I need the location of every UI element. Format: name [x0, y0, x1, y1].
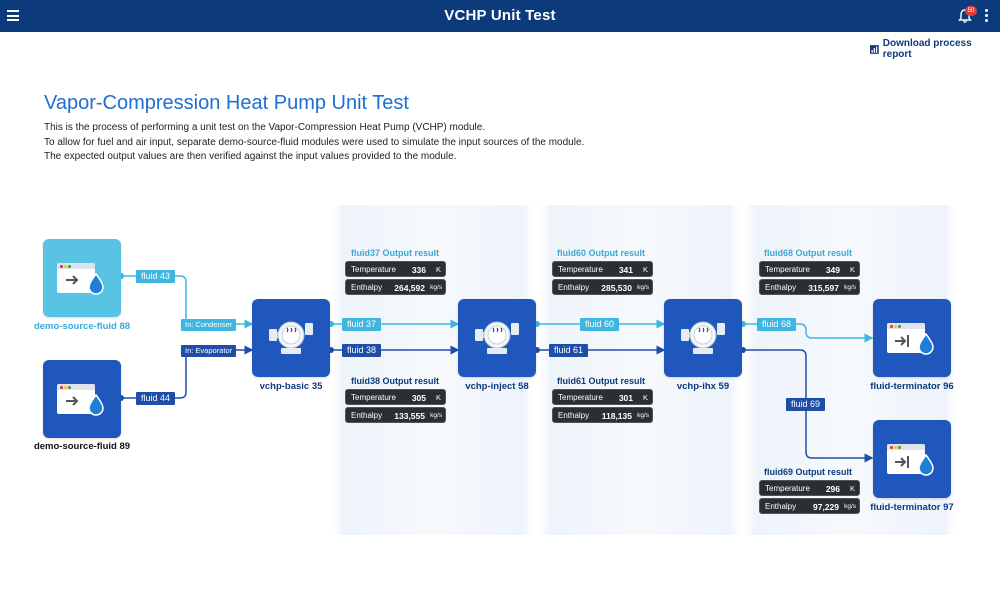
result-temperature-fluid69: Temperature 296 K	[759, 480, 860, 496]
result-enthalpy-fluid38: Enthalpy 133,555 kg/s	[345, 407, 446, 423]
pump-icon	[269, 321, 313, 354]
result-temperature-fluid60: Temperature 341 K	[552, 261, 653, 277]
label-fluid-terminator-97: fluid-terminator 97	[870, 502, 954, 513]
result-temperature-fluid37: Temperature 336 K	[345, 261, 446, 277]
fluid-tag-43[interactable]: fluid 43	[136, 270, 176, 283]
pump-icon	[475, 321, 519, 354]
water-drop-icon	[918, 454, 934, 476]
pump-icon	[681, 321, 725, 354]
app-root: VCHP Unit Test 50 Download process repor…	[0, 0, 1000, 602]
label-vchp-inject-58: vchp-inject 58	[465, 381, 529, 392]
result-title-fluid37: fluid37 Output result	[351, 248, 440, 258]
fluid-tag-68[interactable]: fluid 68	[757, 318, 797, 331]
result-enthalpy-fluid61: Enthalpy 118,135 kg/s	[552, 407, 653, 423]
result-title-fluid61: fluid61 Output result	[557, 376, 646, 386]
result-title-fluid68: fluid68 Output result	[764, 248, 853, 258]
water-drop-icon	[88, 394, 104, 416]
node-demo-source-fluid-89[interactable]	[43, 360, 121, 438]
label-vchp-ihx-59: vchp-ihx 59	[676, 381, 730, 392]
fluid-tag-44[interactable]: fluid 44	[136, 392, 176, 405]
label-fluid-terminator-96: fluid-terminator 96	[870, 381, 954, 392]
water-drop-icon	[918, 333, 934, 355]
label-demo-source-fluid-88: demo-source-fluid 88	[33, 321, 131, 332]
result-enthalpy-fluid37: Enthalpy 264,592 kg/s	[345, 279, 446, 295]
wire-fluid-43	[121, 275, 254, 329]
fluid-tag-37[interactable]: fluid 37	[342, 318, 382, 331]
fluid-tag-60[interactable]: fluid 60	[580, 318, 620, 331]
label-vchp-basic-35: vchp-basic 35	[259, 381, 323, 392]
node-fluid-terminator-96[interactable]	[873, 299, 951, 377]
node-demo-source-fluid-88[interactable]	[43, 239, 121, 317]
result-temperature-fluid68: Temperature 349 K	[759, 261, 860, 277]
result-temperature-fluid38: Temperature 305 K	[345, 389, 446, 405]
label-demo-source-fluid-89: demo-source-fluid 89	[33, 441, 131, 452]
result-temperature-fluid61: Temperature 301 K	[552, 389, 653, 405]
node-fluid-terminator-97[interactable]	[873, 420, 951, 498]
water-drop-icon	[88, 273, 104, 295]
result-enthalpy-fluid60: Enthalpy 285,530 kg/s	[552, 279, 653, 295]
node-vchp-ihx-59[interactable]	[664, 299, 742, 377]
fluid-tag-69[interactable]: fluid 69	[786, 398, 826, 411]
result-title-fluid60: fluid60 Output result	[557, 248, 646, 258]
result-enthalpy-fluid68: Enthalpy 315,597 kg/s	[759, 279, 860, 295]
node-vchp-inject-58[interactable]	[458, 299, 536, 377]
node-vchp-basic-35[interactable]	[252, 299, 330, 377]
result-enthalpy-fluid69: Enthalpy 97,229 kg/s	[759, 498, 860, 514]
port-label-condenser: In: Condenser	[181, 319, 237, 331]
fluid-tag-38[interactable]: fluid 38	[342, 344, 382, 357]
fluid-tag-61[interactable]: fluid 61	[549, 344, 589, 357]
result-title-fluid69: fluid69 Output result	[764, 467, 853, 477]
port-label-evaporator: In: Evaporator	[181, 345, 237, 357]
result-title-fluid38: fluid38 Output result	[351, 376, 440, 386]
